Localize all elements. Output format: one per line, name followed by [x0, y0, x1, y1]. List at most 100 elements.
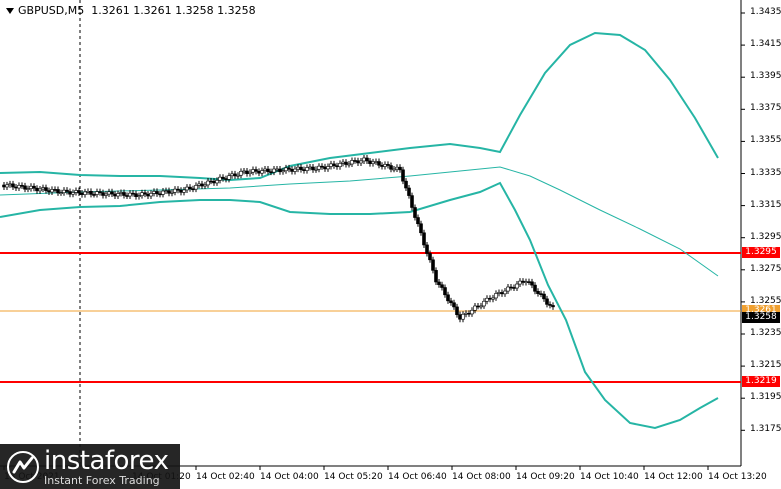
candle	[317, 165, 321, 170]
y-tick-label: 1.3335	[750, 167, 781, 178]
candle	[116, 193, 120, 197]
candle	[527, 281, 531, 283]
candle	[47, 190, 51, 193]
candle	[77, 190, 81, 194]
candle	[293, 168, 297, 172]
candle	[290, 168, 294, 172]
candle	[548, 304, 552, 306]
candle	[23, 185, 27, 190]
candle	[446, 294, 450, 302]
price-chart[interactable]	[0, 0, 781, 489]
candle	[440, 284, 444, 288]
candle	[71, 192, 75, 195]
x-tick-label: 14 Oct 06:40	[388, 472, 447, 482]
candle	[275, 168, 279, 171]
candle	[410, 195, 414, 208]
candle	[38, 188, 42, 192]
candle	[380, 164, 384, 167]
x-tick-label: 14 Oct 12:00	[644, 472, 703, 482]
candle	[356, 160, 360, 164]
y-tick-label: 1.3295	[750, 231, 781, 242]
candle	[455, 306, 459, 315]
candle	[200, 183, 204, 187]
candle	[413, 207, 417, 218]
candle	[431, 259, 435, 271]
candle	[386, 164, 390, 166]
candle	[296, 166, 300, 170]
candle	[494, 293, 498, 299]
x-tick-label: 14 Oct 02:40	[196, 472, 255, 482]
candle	[437, 281, 441, 286]
candle	[215, 180, 219, 184]
candle	[521, 280, 525, 283]
candle	[140, 192, 144, 196]
candle	[152, 191, 156, 194]
candle	[530, 281, 534, 286]
candle	[17, 185, 21, 189]
candle	[461, 313, 465, 320]
chart-window[interactable]: GBPUSD,M5 1.3261 1.3261 1.3258 1.3258 1.…	[0, 0, 781, 489]
candle	[536, 290, 540, 294]
candle	[443, 287, 447, 296]
candle	[266, 168, 270, 172]
candle	[368, 160, 372, 164]
candle	[56, 189, 60, 194]
candle	[32, 185, 36, 189]
candle	[383, 164, 387, 167]
candle	[269, 171, 273, 173]
candle	[191, 188, 195, 191]
candle	[2, 184, 6, 188]
candle	[305, 167, 309, 171]
candle	[347, 163, 351, 166]
current-price-tag: 1.3258	[742, 312, 780, 323]
candle	[188, 186, 192, 190]
logo-tagline: Instant Forex Trading	[44, 474, 160, 487]
y-tick-label: 1.3375	[750, 103, 781, 114]
candle	[167, 190, 171, 194]
candle	[158, 193, 162, 196]
candle	[164, 190, 168, 192]
candle	[8, 183, 12, 186]
candle	[185, 186, 189, 191]
candle	[101, 192, 105, 196]
candle	[239, 171, 243, 176]
candle	[302, 169, 306, 171]
candle	[263, 168, 267, 171]
candle	[35, 187, 39, 192]
candle	[320, 165, 324, 168]
candle	[257, 171, 261, 174]
symbol-label: GBPUSD,M5	[18, 4, 85, 17]
candle	[497, 292, 501, 294]
candle	[254, 169, 258, 172]
candle	[542, 293, 546, 300]
y-tick-label: 1.3435	[750, 7, 781, 17]
candle	[344, 161, 348, 165]
candle	[470, 309, 474, 315]
candle	[374, 161, 378, 163]
candle	[272, 168, 276, 173]
candle	[176, 188, 180, 191]
candle	[134, 193, 138, 197]
y-tick-label: 1.3175	[750, 424, 781, 435]
candle	[11, 183, 15, 188]
level-tag-lower: 1.3219	[742, 376, 780, 387]
candle	[332, 163, 336, 167]
candle	[278, 168, 282, 173]
candle	[224, 178, 228, 180]
candle	[29, 185, 33, 189]
x-tick-label: 14 Oct 10:40	[580, 472, 639, 482]
candle	[335, 165, 339, 168]
candle	[209, 180, 213, 183]
candle	[212, 180, 216, 184]
candle	[362, 157, 366, 162]
candle	[329, 163, 333, 167]
candle	[509, 286, 513, 289]
candle	[473, 305, 477, 311]
candle	[338, 163, 342, 167]
dropdown-triangle-icon[interactable]	[6, 8, 14, 14]
candle	[389, 165, 393, 170]
candle	[533, 284, 537, 292]
y-tick-label: 1.3395	[750, 71, 781, 82]
candle	[218, 176, 222, 181]
candle	[491, 297, 495, 300]
